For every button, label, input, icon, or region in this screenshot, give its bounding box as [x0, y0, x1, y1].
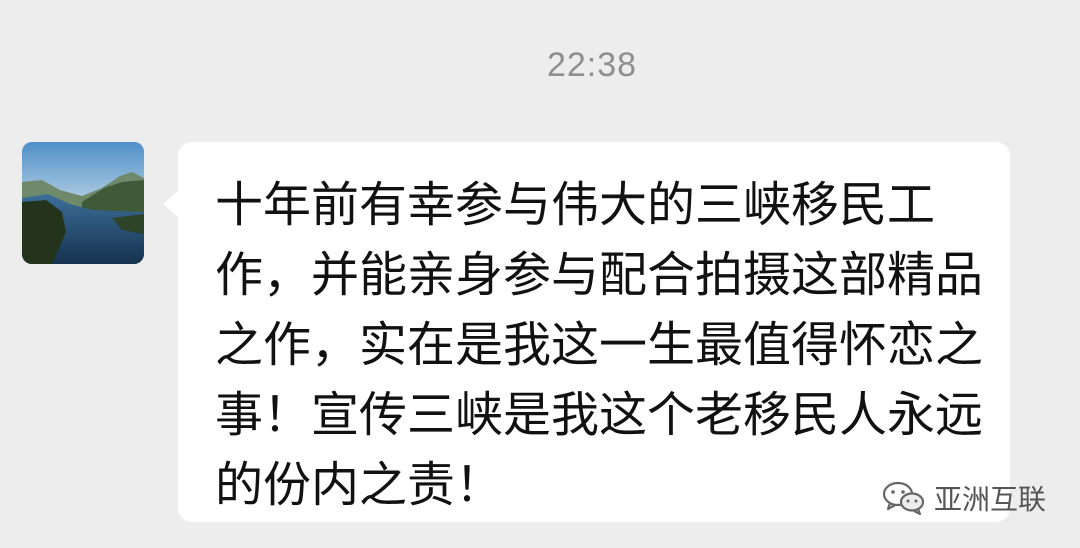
message-timestamp: 22:38: [546, 46, 638, 84]
watermark: 亚洲互联: [882, 478, 1046, 518]
wechat-icon: [882, 481, 925, 516]
sender-avatar[interactable]: [22, 142, 144, 264]
landscape-avatar-icon: [22, 142, 144, 264]
message-bubble[interactable]: 十年前有幸参与伟大的三峡移民工作，并能亲身参与配合拍摄这部精品之作，实在是我这一…: [178, 142, 1010, 522]
watermark-label: 亚洲互联: [933, 483, 1046, 516]
message-bubble-tail: [163, 190, 179, 218]
message-text: 十年前有幸参与伟大的三峡移民工作，并能亲身参与配合拍摄这部精品之作，实在是我这一…: [215, 177, 984, 513]
